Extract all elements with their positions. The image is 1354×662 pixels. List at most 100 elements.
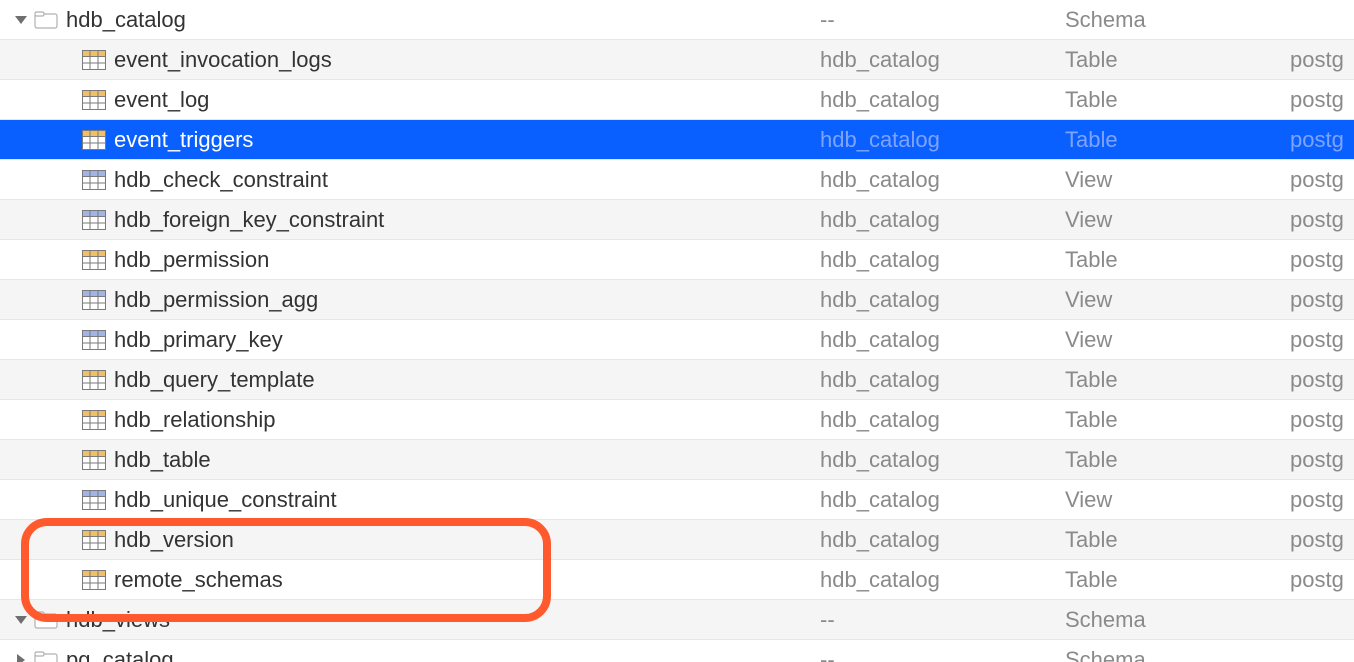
disclosure-triangle-icon[interactable] [14,13,28,27]
cell-schema: hdb_catalog [820,367,1065,393]
disclosure-spacer [62,293,76,307]
cell-type: Table [1065,527,1290,553]
tree-row[interactable]: pg_catalog --Schema [0,640,1354,662]
cell-name[interactable]: hdb_permission [0,247,820,273]
disclosure-spacer [62,93,76,107]
tree-row[interactable]: hdb_check_constrainthdb_catalogViewpostg [0,160,1354,200]
cell-type: View [1065,287,1290,313]
disclosure-spacer [62,493,76,507]
folder-icon [34,650,58,662]
disclosure-spacer [62,453,76,467]
view-icon [82,330,106,350]
object-name: hdb_views [66,607,170,633]
table-icon [82,530,106,550]
object-name: hdb_permission_agg [114,287,318,313]
cell-name[interactable]: pg_catalog [0,647,820,662]
disclosure-triangle-icon[interactable] [14,613,28,627]
cell-type: Schema [1065,647,1290,662]
cell-owner: postg [1290,167,1354,193]
disclosure-spacer [62,573,76,587]
tree-row[interactable]: event_loghdb_catalogTablepostg [0,80,1354,120]
object-name: pg_catalog [66,647,174,662]
tree-row[interactable]: hdb_relationshiphdb_catalogTablepostg [0,400,1354,440]
cell-type: Table [1065,447,1290,473]
object-name: event_invocation_logs [114,47,332,73]
cell-name[interactable]: remote_schemas [0,567,820,593]
tree-row[interactable]: hdb_versionhdb_catalogTablepostg [0,520,1354,560]
cell-schema: -- [820,607,1065,633]
cell-name[interactable]: hdb_primary_key [0,327,820,353]
tree-row[interactable]: hdb_unique_constrainthdb_catalogViewpost… [0,480,1354,520]
disclosure-spacer [62,253,76,267]
folder-icon [34,10,58,30]
object-name: hdb_relationship [114,407,275,433]
object-name: hdb_primary_key [114,327,283,353]
table-icon [82,50,106,70]
cell-name[interactable]: hdb_foreign_key_constraint [0,207,820,233]
object-name: event_triggers [114,127,253,153]
object-name: event_log [114,87,209,113]
disclosure-spacer [62,533,76,547]
object-name: hdb_foreign_key_constraint [114,207,384,233]
tree-row[interactable]: hdb_views --Schema [0,600,1354,640]
tree-row[interactable]: hdb_catalog--Schema [0,0,1354,40]
tree-row[interactable]: remote_schemashdb_catalogTablepostg [0,560,1354,600]
cell-owner: postg [1290,287,1354,313]
object-name: hdb_unique_constraint [114,487,337,513]
cell-type: View [1065,327,1290,353]
cell-schema: hdb_catalog [820,487,1065,513]
cell-type: View [1065,487,1290,513]
cell-name[interactable]: hdb_unique_constraint [0,487,820,513]
cell-type: Table [1065,367,1290,393]
object-name: hdb_query_template [114,367,315,393]
disclosure-spacer [62,53,76,67]
cell-owner: postg [1290,87,1354,113]
cell-owner: postg [1290,527,1354,553]
disclosure-triangle-icon[interactable] [14,653,28,662]
tree-row[interactable]: hdb_tablehdb_catalogTablepostg [0,440,1354,480]
tree-row[interactable]: hdb_query_templatehdb_catalogTablepostg [0,360,1354,400]
cell-name[interactable]: hdb_query_template [0,367,820,393]
object-name: hdb_table [114,447,211,473]
tree-row[interactable]: event_triggershdb_catalogTablepostg [0,120,1354,160]
tree-row[interactable]: hdb_primary_key hdb_catalogViewpostg [0,320,1354,360]
cell-owner: postg [1290,207,1354,233]
cell-name[interactable]: hdb_relationship [0,407,820,433]
disclosure-spacer [62,173,76,187]
cell-schema: hdb_catalog [820,247,1065,273]
cell-name[interactable]: event_log [0,87,820,113]
view-icon [82,170,106,190]
disclosure-spacer [62,413,76,427]
cell-name[interactable]: hdb_catalog [0,7,820,33]
database-tree: hdb_catalog--Schemaevent_invocation_logs… [0,0,1354,662]
cell-owner: postg [1290,327,1354,353]
cell-type: Table [1065,127,1290,153]
cell-schema: -- [820,647,1065,662]
cell-schema: hdb_catalog [820,127,1065,153]
cell-name[interactable]: hdb_views [0,607,820,633]
cell-owner: postg [1290,47,1354,73]
cell-type: View [1065,167,1290,193]
cell-type: View [1065,207,1290,233]
view-icon [82,210,106,230]
cell-name[interactable]: event_triggers [0,127,820,153]
cell-schema: hdb_catalog [820,327,1065,353]
disclosure-spacer [62,333,76,347]
cell-type: Table [1065,247,1290,273]
cell-name[interactable]: hdb_check_constraint [0,167,820,193]
tree-row[interactable]: hdb_permission_agghdb_catalogViewpostg [0,280,1354,320]
cell-name[interactable]: hdb_table [0,447,820,473]
cell-type: Schema [1065,7,1290,33]
table-icon [82,90,106,110]
cell-name[interactable]: hdb_version [0,527,820,553]
cell-schema: hdb_catalog [820,47,1065,73]
cell-name[interactable]: event_invocation_logs [0,47,820,73]
cell-name[interactable]: hdb_permission_agg [0,287,820,313]
cell-type: Schema [1065,607,1290,633]
tree-row[interactable]: hdb_foreign_key_constrainthdb_catalogVie… [0,200,1354,240]
object-name: hdb_permission [114,247,269,273]
tree-row[interactable]: event_invocation_logshdb_catalogTablepos… [0,40,1354,80]
disclosure-spacer [62,213,76,227]
view-icon [82,490,106,510]
tree-row[interactable]: hdb_permissionhdb_catalogTablepostg [0,240,1354,280]
